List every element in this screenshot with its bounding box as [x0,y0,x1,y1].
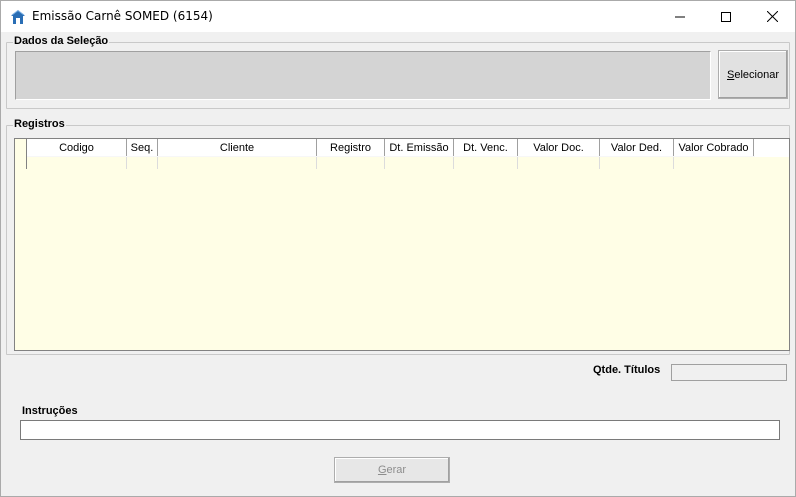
maximize-button[interactable] [703,1,749,32]
title-bar[interactable]: Emissão Carnê SOMED (6154) [1,1,795,32]
close-button[interactable] [749,1,795,32]
selection-panel [15,51,711,100]
column-divider [157,157,158,169]
window-title: Emissão Carnê SOMED (6154) [32,9,213,23]
col-header-registro[interactable]: Registro [317,139,385,157]
gerar-button[interactable]: Gerar [334,457,450,483]
col-header-cliente[interactable]: Cliente [158,139,317,157]
column-divider [384,157,385,169]
instrucoes-input[interactable] [20,420,780,440]
instrucoes-label: Instruções [22,405,78,417]
qtde-titulos-field [671,364,787,381]
selecionar-button[interactable]: Selecionar [718,50,788,99]
gerar-mnemonic: G [377,464,387,476]
col-header-codigo[interactable]: Codigo [27,139,127,157]
column-divider [599,157,600,169]
qtde-titulos-label: Qtde. Títulos [593,364,661,376]
app-house-icon [11,9,25,24]
minimize-button[interactable] [657,1,703,32]
col-header-valor-cobrado[interactable]: Valor Cobrado [674,139,754,157]
col-header-seq[interactable]: Seq. [127,139,158,157]
header-divider [27,156,755,157]
minimize-icon [675,16,685,17]
column-divider [453,157,454,169]
column-divider [126,157,127,169]
registros-label: Registros [13,118,66,130]
column-divider [673,157,674,169]
dados-selecao-group: Dados da Seleção Selecionar [6,35,790,109]
col-header-valor-ded[interactable]: Valor Ded. [600,139,674,157]
main-window: Emissão Carnê SOMED (6154) Dados da Sele… [0,0,796,497]
row-indicator-column [15,139,27,169]
col-header-valor-doc[interactable]: Valor Doc. [518,139,600,157]
dados-selecao-label: Dados da Seleção [13,35,110,47]
close-icon [766,11,778,22]
registros-grid[interactable]: Codigo Seq. Cliente Registro Dt. Emissão… [14,138,790,351]
column-divider [517,157,518,169]
selecionar-mnemonic: S [727,68,735,81]
registros-group: Registros Codigo Seq. Cliente Registro D… [6,118,790,355]
col-header-dt-venc[interactable]: Dt. Venc. [454,139,518,157]
col-header-dt-emissao[interactable]: Dt. Emissão [385,139,454,157]
maximize-icon [721,11,731,22]
selecionar-label: elecionar [734,68,779,81]
gerar-label: erar [386,464,407,476]
column-divider [316,157,317,169]
